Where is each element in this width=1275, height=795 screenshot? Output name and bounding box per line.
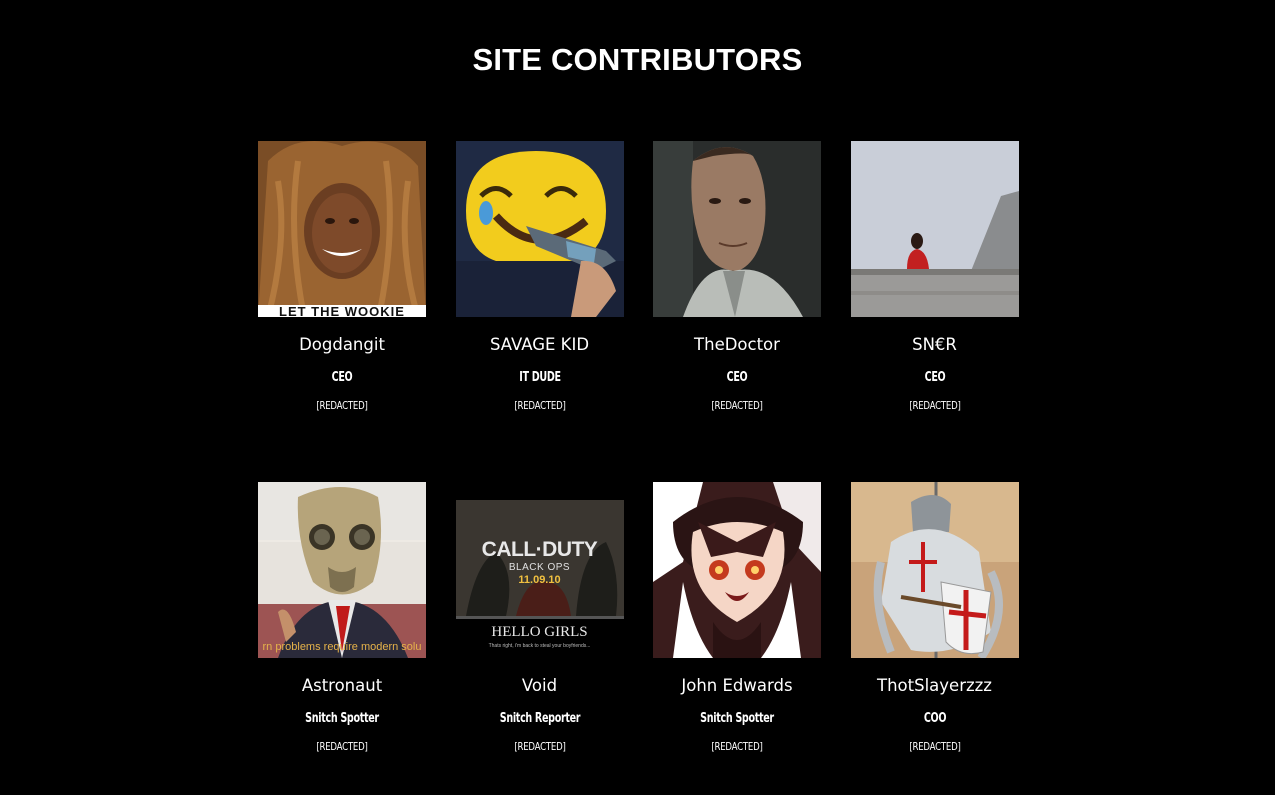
avatar-date: 11.09.10 — [518, 574, 561, 586]
contributor-status: [REDACTED] — [908, 741, 961, 753]
contributor-avatar: LET THE WOOKIE — [258, 141, 426, 317]
contributor-avatar — [850, 141, 1019, 317]
contributor-role: Snitch Spotter — [700, 711, 774, 726]
avatar-caption: LET THE WOOKIE — [279, 304, 405, 317]
contributor-status: [REDACTED] — [513, 741, 566, 753]
contributor-avatar: rn problems require modern solu — [258, 482, 426, 658]
contributors-grid: LET THE WOOKIE Dogdangit CEO [REDACTED] … — [258, 141, 1019, 795]
contributor-role: IT DUDE — [518, 370, 561, 385]
contributor-status: [REDACTED] — [513, 400, 566, 412]
contributor-card: TheDoctor CEO [REDACTED] — [653, 141, 821, 482]
contributor-role: CEO — [331, 370, 353, 385]
contributor-name: John Edwards — [681, 676, 793, 695]
contributor-card: rn problems require modern solu Astronau… — [258, 482, 426, 795]
contributor-name: ThotSlayerzzz — [877, 676, 992, 695]
contributor-card: SN€R CEO [REDACTED] — [850, 141, 1019, 482]
contributor-status: [REDACTED] — [711, 400, 763, 412]
contributor-card: John Edwards Snitch Spotter [REDACTED] — [653, 482, 821, 795]
contributor-card: ThotSlayerzzz COO [REDACTED] — [850, 482, 1019, 795]
contributor-avatar — [653, 482, 821, 658]
page-title: SITE CONTRIBUTORS — [472, 42, 803, 77]
contributor-role: Snitch Reporter — [499, 711, 580, 726]
avatar-fineprint: Thats right, i'm back to steal your boyf… — [488, 643, 591, 649]
contributor-name: TheDoctor — [694, 335, 780, 354]
contributor-card: SAVAGE KID IT DUDE [REDACTED] — [455, 141, 624, 482]
contributor-card: LET THE WOOKIE Dogdangit CEO [REDACTED] — [258, 141, 426, 482]
avatar-caption: rn problems require modern solu — [262, 641, 422, 653]
contributor-avatar: CALL·DUTY BLACK OPS 11.09.10 HELLO GIRLS… — [455, 482, 624, 658]
contributor-avatar — [455, 141, 624, 317]
contributor-role: CEO — [924, 370, 945, 385]
contributor-avatar — [653, 141, 821, 317]
contributor-role: Snitch Spotter — [305, 711, 379, 726]
contributor-status: [REDACTED] — [316, 741, 368, 753]
contributor-status: [REDACTED] — [316, 400, 368, 412]
contributor-name: Void — [521, 676, 558, 695]
contributor-role: CEO — [726, 370, 748, 385]
avatar-caption: CALL·DUTY — [481, 538, 598, 561]
avatar-tagline: HELLO GIRLS — [491, 624, 588, 640]
contributor-name: Dogdangit — [299, 335, 385, 354]
contributor-status: [REDACTED] — [711, 741, 763, 753]
contributor-status: [REDACTED] — [908, 400, 961, 412]
contributor-role: COO — [923, 711, 946, 726]
contributor-name: SN€R — [912, 335, 957, 354]
contributor-name: SAVAGE KID — [489, 335, 590, 354]
contributor-name: Astronaut — [301, 676, 383, 695]
contributor-card: CALL·DUTY BLACK OPS 11.09.10 HELLO GIRLS… — [455, 482, 624, 795]
contributor-avatar — [850, 482, 1019, 658]
avatar-subcaption: BLACK OPS — [508, 562, 571, 573]
